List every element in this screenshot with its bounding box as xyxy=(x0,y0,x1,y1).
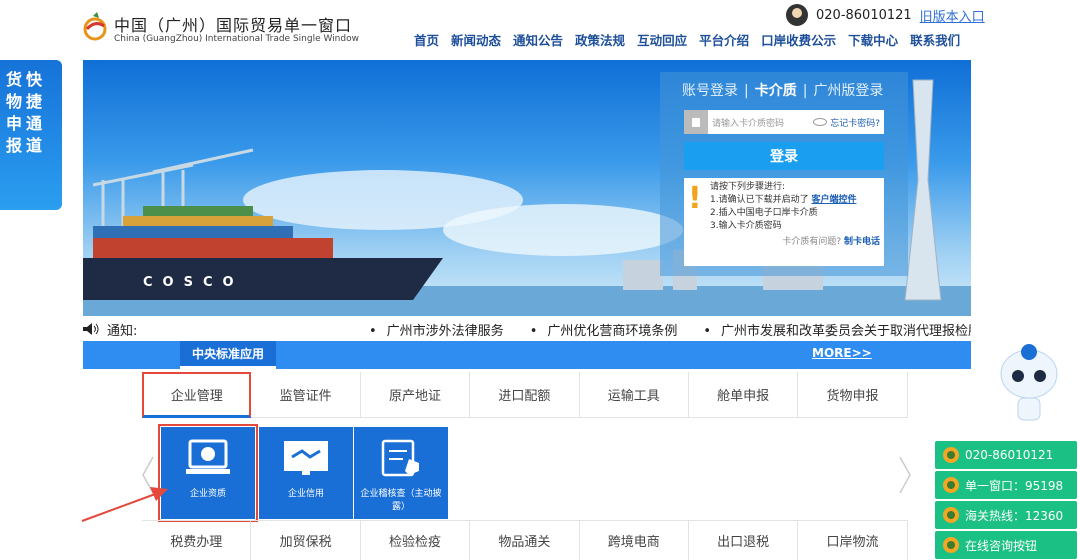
nav-interaction[interactable]: 互动回应 xyxy=(637,30,687,49)
hotline-text: 在线咨询按钮 xyxy=(965,538,1038,553)
nav-home[interactable]: 首页 xyxy=(414,30,439,49)
help-text: 卡介质有问题? xyxy=(782,237,842,247)
nav-news[interactable]: 新闻动态 xyxy=(451,30,501,49)
eye-hidden-icon[interactable] xyxy=(813,118,828,126)
password-placeholder: 请输入卡介质密码 xyxy=(712,118,785,129)
notice-label: 通知: xyxy=(107,323,138,339)
chevron-right-icon[interactable] xyxy=(898,455,912,495)
notice-item[interactable]: 广州优化营商环境条例 xyxy=(530,320,677,339)
tab-inspection[interactable]: 检验检疫 xyxy=(360,520,471,560)
tab-transport[interactable]: 运输工具 xyxy=(579,372,689,418)
nav-downloads[interactable]: 下载中心 xyxy=(848,30,898,49)
site-title: 中国（广州）国际贸易单一窗口 xyxy=(114,16,353,35)
tab-tax[interactable]: 税费办理 xyxy=(142,520,252,560)
header-phone: 020-86010121 xyxy=(816,7,912,23)
warning-icon: ! xyxy=(688,181,702,216)
hotline-customs[interactable]: 海关热线：12360 xyxy=(935,501,1077,529)
steps-title: 请按下列步骤进行: xyxy=(710,182,786,192)
tab-regulatory-documents[interactable]: 监管证件 xyxy=(251,372,361,418)
forgot-card-password-link[interactable]: 忘记卡密码? xyxy=(830,116,880,129)
tab-account-login[interactable]: 账号登录 xyxy=(682,83,738,99)
ad-char: 捷 xyxy=(26,92,43,111)
enterprise-qualification-icon xyxy=(186,439,230,474)
ad-char: 道 xyxy=(26,136,43,155)
ad-char: 快 xyxy=(26,70,43,89)
service-label: 企业资质 xyxy=(189,489,226,499)
ad-char: 物 xyxy=(6,92,23,111)
notice-bar: 通知: 广州市涉外法律服务 广州优化营商环境条例 广州市发展和改革委员会关于取消… xyxy=(83,318,971,340)
tab-manifest[interactable]: 舱单申报 xyxy=(688,372,799,418)
tab-cross-border-ecommerce[interactable]: 跨境电商 xyxy=(579,520,689,560)
tab-gz-login[interactable]: 广州版登录 xyxy=(813,83,883,99)
tab-import-quota[interactable]: 进口配额 xyxy=(470,372,580,418)
central-apps-bar: 中央标准应用 MORE>> xyxy=(83,341,971,369)
more-link[interactable]: MORE>> xyxy=(812,346,872,360)
category-tabs: 企业管理 监管证件 原产地证 进口配额 运输工具 舱单申报 货物申报 xyxy=(142,372,908,418)
nav-announcements[interactable]: 通知公告 xyxy=(513,30,563,49)
enterprise-audit-icon xyxy=(381,439,419,477)
site-logo[interactable]: 中国（广州）国际贸易单一窗口 China (GuangZhou) Interna… xyxy=(82,8,382,50)
step-3: 3.输入卡介质密码 xyxy=(710,221,782,231)
cargo-declaration-ad[interactable]: 货 物 申 报 快 捷 通 道 xyxy=(0,60,62,210)
tab-goods-declaration[interactable]: 货物申报 xyxy=(798,372,908,418)
hotline-text: 海关热线：12360 xyxy=(965,508,1064,523)
tab-articles-clearance[interactable]: 物品通关 xyxy=(470,520,580,560)
nav-port-fees[interactable]: 口岸收费公示 xyxy=(761,30,836,49)
login-button[interactable]: 登录 xyxy=(684,142,884,170)
central-apps-label[interactable]: 中央标准应用 xyxy=(180,341,276,369)
hotline-text: 020-86010121 xyxy=(965,448,1054,462)
card-password-field[interactable]: 请输入卡介质密码 忘记卡密码? xyxy=(684,110,884,134)
service-label: 企业稽核查（主动披露） xyxy=(360,489,442,512)
nav-about[interactable]: 平台介绍 xyxy=(699,30,749,49)
chat-bubble-icon xyxy=(943,537,959,553)
client-control-link[interactable]: 客户端控件 xyxy=(811,195,856,205)
logo-emblem-icon xyxy=(943,447,959,463)
login-steps-box: ! 请按下列步骤进行: 1.请确认已下载并启动了 客户端控件 2.插入中国电子口… xyxy=(684,178,884,266)
online-consult-button[interactable]: 在线咨询按钮 xyxy=(935,531,1077,559)
service-enterprise-audit[interactable]: 企业稽核查（主动披露） xyxy=(354,427,448,519)
user-bar: 020-86010121 旧版本入口 xyxy=(786,4,985,26)
ad-char: 申 xyxy=(6,114,23,133)
service-label: 企业信用 xyxy=(287,489,324,499)
customs-emblem-icon xyxy=(943,507,959,523)
annotation-arrow-icon xyxy=(81,487,168,522)
logo-emblem-icon xyxy=(83,12,107,41)
ad-char: 货 xyxy=(6,70,23,89)
ad-char: 通 xyxy=(26,114,43,133)
category-tabs-row-2: 税费办理 加贸保税 检验检疫 物品通关 跨境电商 出口退税 口岸物流 xyxy=(142,520,908,560)
nav-contact[interactable]: 联系我们 xyxy=(910,30,960,49)
tab-processing-trade[interactable]: 加贸保税 xyxy=(251,520,361,560)
hotline-phone[interactable]: 020-86010121 xyxy=(935,441,1077,469)
lock-icon xyxy=(684,110,708,134)
tab-certificate-of-origin[interactable]: 原产地证 xyxy=(360,372,471,418)
step-2: 2.插入中国电子口岸卡介质 xyxy=(710,208,818,218)
nav-policies[interactable]: 政策法规 xyxy=(575,30,625,49)
ad-char: 报 xyxy=(6,136,23,155)
main-nav: 首页 新闻动态 通知公告 政策法规 互动回应 平台介绍 口岸收费公示 下载中心 … xyxy=(414,30,960,49)
tab-card-login[interactable]: 卡介质 xyxy=(755,83,797,99)
notice-item[interactable]: 广州市发展和改革委员会关于取消代理报检服 xyxy=(703,320,971,339)
enterprise-credit-icon xyxy=(284,441,328,475)
notice-item[interactable]: 广州市涉外法律服务 xyxy=(369,320,504,339)
card-phone-link[interactable]: 制卡电话 xyxy=(844,237,880,247)
hotline-single-window[interactable]: 单一窗口：95198 xyxy=(935,471,1077,499)
old-version-link[interactable]: 旧版本入口 xyxy=(920,6,985,25)
user-avatar-icon xyxy=(786,4,808,26)
robot-assistant-icon[interactable] xyxy=(996,340,1062,426)
ship-cosco-text: COSCO xyxy=(143,275,244,290)
logo-emblem-icon xyxy=(943,477,959,493)
step-1: 1.请确认已下载并启动了 xyxy=(710,195,809,205)
service-enterprise-credit[interactable]: 企业信用 xyxy=(259,427,353,519)
tab-port-logistics[interactable]: 口岸物流 xyxy=(798,520,908,560)
speaker-icon xyxy=(83,323,99,335)
tab-enterprise-management[interactable]: 企业管理 xyxy=(142,372,252,418)
hotline-text: 单一窗口：95198 xyxy=(965,478,1064,493)
login-panel: 账号登录 | 卡介质 | 广州版登录 请输入卡介质密码 忘记卡密码? 登录 ! 请按下列… xyxy=(660,72,908,276)
tab-export-tax-refund[interactable]: 出口退税 xyxy=(688,520,799,560)
service-enterprise-qualification[interactable]: 企业资质 xyxy=(158,424,258,522)
site-subtitle: China (GuangZhou) International Trade Si… xyxy=(114,34,359,44)
